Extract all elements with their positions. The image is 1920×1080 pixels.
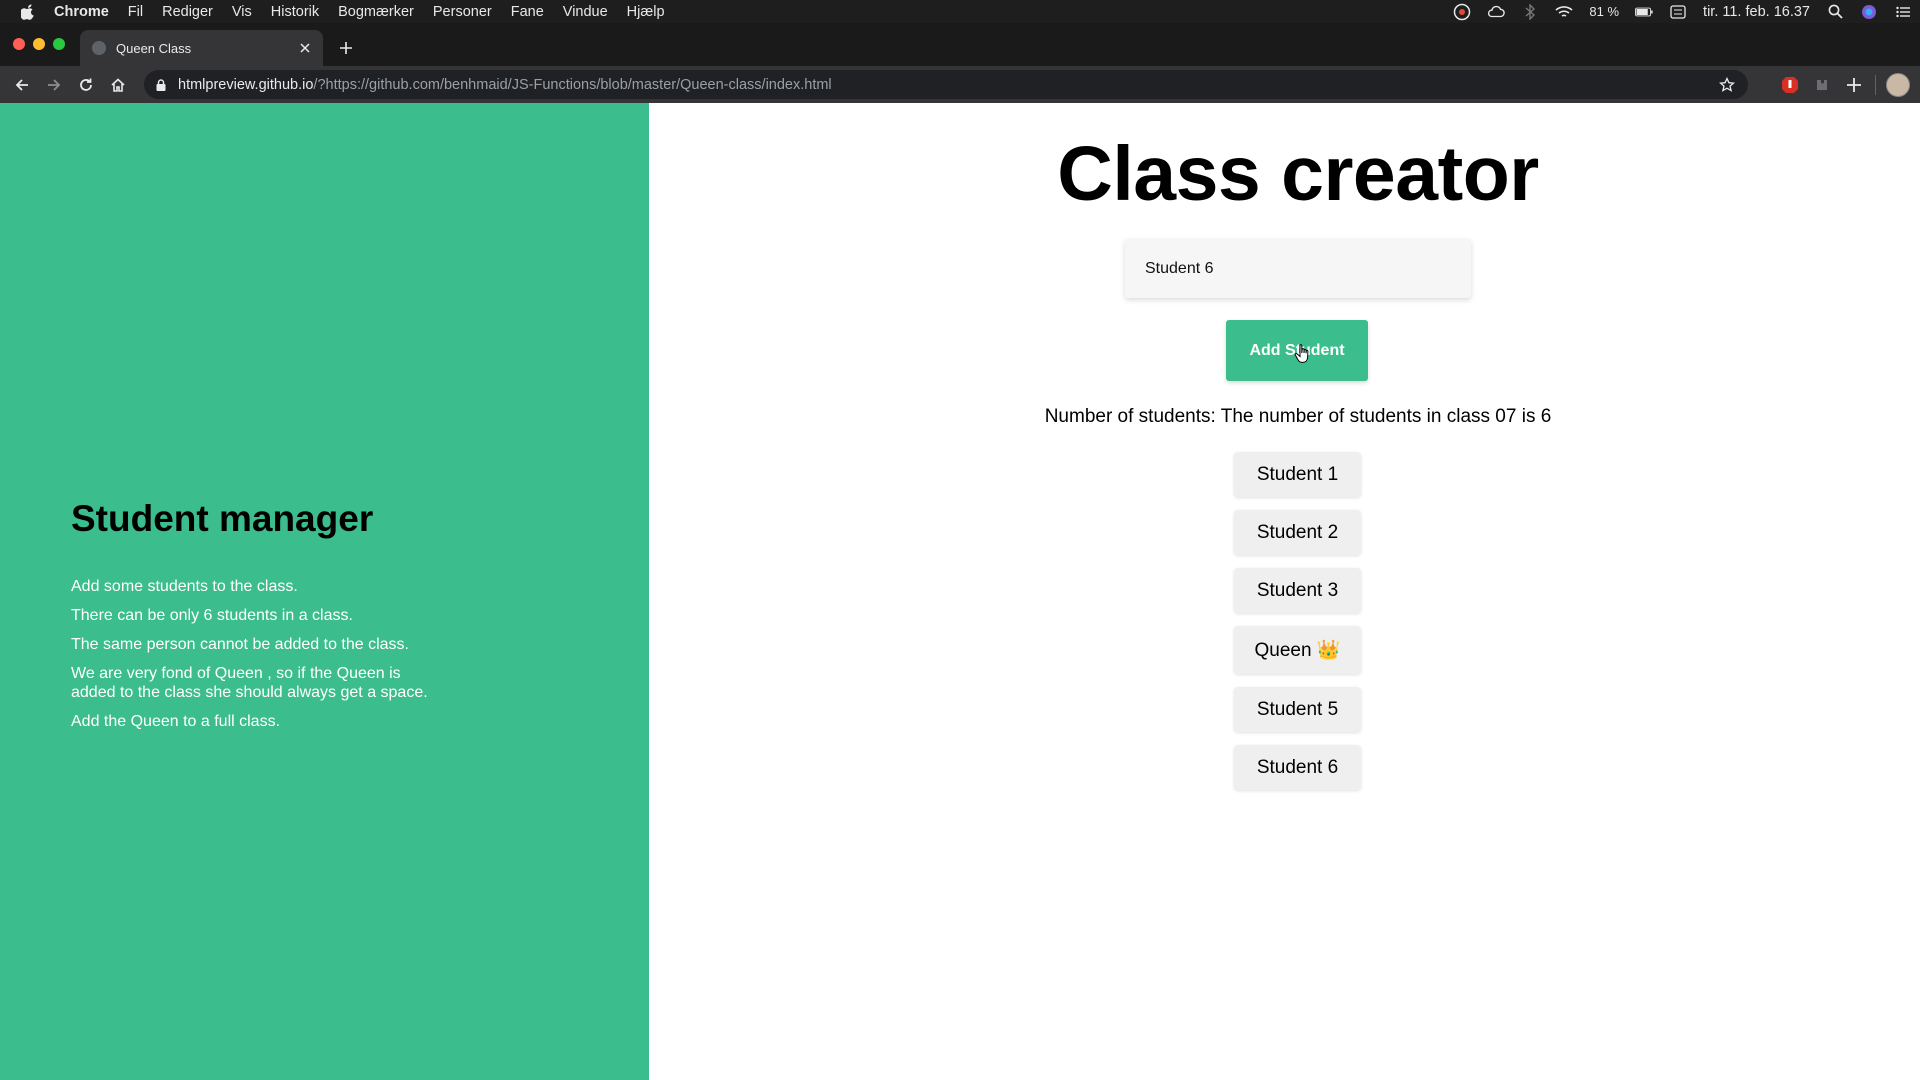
input-source-icon[interactable] — [1669, 3, 1687, 21]
extension-puzzle-icon[interactable] — [1811, 74, 1833, 96]
reload-icon — [80, 78, 92, 91]
sidebar-title: Student manager — [71, 498, 374, 539]
instruction-line: Add the Queen to a full class. — [71, 713, 281, 730]
instruction-line: There can be only 6 students in a class. — [71, 607, 353, 624]
main-panel: Class creator Add Student Number of stud… — [649, 103, 1920, 1080]
bluetooth-icon[interactable] — [1521, 3, 1539, 21]
page-title: Class creator — [1057, 131, 1539, 217]
home-button[interactable] — [102, 69, 134, 101]
new-tab-button[interactable] — [334, 36, 358, 60]
globe-icon — [92, 41, 106, 55]
menu-clock[interactable]: tir. 11. feb. 16.37 — [1703, 4, 1810, 20]
student-count-text: Number of students: The number of studen… — [1044, 406, 1552, 427]
tab-title: Queen Class — [116, 40, 192, 56]
menu-file[interactable]: Fil — [128, 4, 143, 20]
battery-percent: 81 % — [1589, 4, 1620, 19]
window-close-button[interactable] — [13, 38, 25, 50]
menu-view[interactable]: Vis — [232, 4, 252, 20]
tab-close-icon[interactable] — [295, 38, 315, 58]
url-path: /?https://github.com/benhmaid/JS-Functio… — [313, 76, 832, 93]
sidebar-panel: Student manager Add some students to the… — [0, 103, 649, 1080]
profile-avatar[interactable] — [1886, 73, 1910, 97]
wifi-icon[interactable] — [1555, 3, 1573, 21]
student-list-item[interactable]: Student 2 — [1234, 510, 1361, 555]
student-list-item[interactable]: Student 6 — [1234, 745, 1361, 790]
siri-icon[interactable] — [1860, 3, 1878, 21]
student-list-item-queen[interactable]: Queen 👑 — [1234, 626, 1361, 674]
back-arrow-icon — [15, 78, 28, 91]
lock-icon[interactable] — [154, 78, 168, 92]
menu-history[interactable]: Historik — [271, 4, 319, 20]
macos-menu-bar: Chrome Fil Rediger Vis Historik Bogmærke… — [0, 0, 1920, 23]
notification-center-icon[interactable] — [1894, 3, 1912, 21]
web-page: Student manager Add some students to the… — [0, 103, 1920, 1080]
window-zoom-button[interactable] — [53, 38, 65, 50]
browser-tab-strip: Queen Class — [0, 23, 1920, 66]
forward-button[interactable] — [38, 69, 70, 101]
hand-cursor-icon — [1294, 344, 1309, 363]
menu-tab[interactable]: Fane — [511, 4, 544, 20]
reload-button[interactable] — [70, 69, 102, 101]
browser-tab[interactable]: Queen Class — [80, 30, 323, 66]
add-extension-icon[interactable] — [1843, 74, 1865, 96]
window-minimize-button[interactable] — [33, 38, 45, 50]
apple-icon[interactable] — [20, 3, 36, 20]
instruction-line: The same person cannot be added to the c… — [71, 636, 409, 653]
student-list-item[interactable]: Student 5 — [1234, 687, 1361, 732]
spotlight-search-icon[interactable] — [1826, 3, 1844, 21]
instructions-list: Add some students to the class. There ca… — [71, 577, 431, 741]
student-name-input[interactable] — [1125, 239, 1471, 298]
menu-bookmarks[interactable]: Bogmærker — [338, 4, 414, 20]
forward-arrow-icon — [48, 78, 61, 91]
menu-people[interactable]: Personer — [433, 4, 492, 20]
back-button[interactable] — [6, 69, 38, 101]
menu-edit[interactable]: Rediger — [162, 4, 213, 20]
student-list-item[interactable]: Student 3 — [1234, 568, 1361, 613]
instruction-line: We are very fond of Queen , so if the Qu… — [71, 665, 428, 701]
cloud-sync-icon[interactable] — [1487, 3, 1506, 21]
home-icon — [111, 77, 125, 92]
student-list: Student 1 Student 2 Student 3 Queen 👑 St… — [1234, 452, 1361, 803]
menu-help[interactable]: Hjælp — [627, 4, 665, 20]
adblock-extension-icon[interactable] — [1779, 74, 1801, 96]
toolbar-divider — [1875, 75, 1876, 95]
menu-app-name[interactable]: Chrome — [54, 4, 109, 20]
instruction-line: Add some students to the class. — [71, 578, 298, 595]
address-bar[interactable]: htmlpreview.github.io/?https://github.co… — [144, 70, 1748, 99]
browser-toolbar: htmlpreview.github.io/?https://github.co… — [0, 66, 1920, 103]
menu-window[interactable]: Vindue — [563, 4, 608, 20]
student-list-item[interactable]: Student 1 — [1234, 452, 1361, 497]
battery-icon[interactable] — [1635, 3, 1653, 21]
creative-cloud-icon[interactable] — [1453, 3, 1471, 21]
bookmark-star-icon[interactable] — [1718, 76, 1736, 94]
url-host: htmlpreview.github.io — [178, 76, 314, 93]
